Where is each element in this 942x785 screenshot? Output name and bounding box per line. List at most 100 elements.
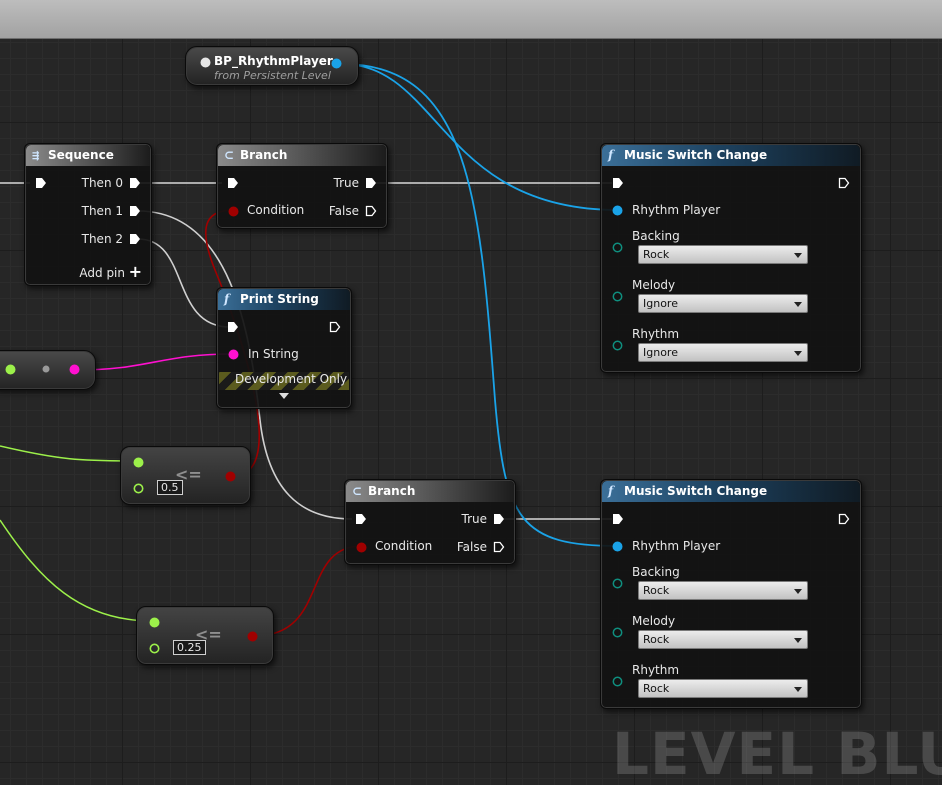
reference-output-pin[interactable] bbox=[331, 58, 342, 69]
sequence-node[interactable]: ⇶ Sequence Then 0 Then 1 Then 2 Add pin + bbox=[24, 143, 152, 286]
sequence-then2-label: Then 2 bbox=[81, 232, 123, 246]
music-bottom-rhythm-pin[interactable] bbox=[612, 676, 623, 687]
music-top-backing-dropdown[interactable]: Rock bbox=[638, 245, 808, 264]
music-bottom-header: f Music Switch Change bbox=[602, 481, 860, 502]
music-top-rhythm-label: Rhythm bbox=[632, 327, 680, 341]
float-wire-2 bbox=[0, 519, 153, 622]
rhythm-player-reference-node[interactable]: BP_RhythmPlayer from Persistent Level bbox=[185, 46, 359, 86]
music-top-melody-dropdown[interactable]: Ignore bbox=[638, 294, 808, 313]
sequence-then0-label: Then 0 bbox=[81, 176, 123, 190]
branch-bottom-condition-pin[interactable] bbox=[356, 542, 367, 553]
music-top-exec-in[interactable] bbox=[612, 177, 624, 189]
sequence-add-pin-label[interactable]: Add pin bbox=[79, 266, 125, 280]
music-bottom-title: Music Switch Change bbox=[624, 484, 768, 498]
music-bottom-backing-value: Rock bbox=[643, 584, 670, 597]
music-bottom-rhythm-label: Rhythm bbox=[632, 663, 680, 677]
music-top-rhythm-dropdown[interactable]: Ignore bbox=[638, 343, 808, 362]
print-string-node[interactable]: f Print String In String Development Only bbox=[216, 287, 352, 409]
music-bottom-backing-label: Backing bbox=[632, 565, 680, 579]
sequence-then1-label: Then 1 bbox=[81, 204, 123, 218]
compare-top-symbol: <= bbox=[175, 465, 202, 484]
compare-top-a-pin[interactable] bbox=[133, 457, 144, 468]
compare-node-bottom[interactable]: 0.25 <= bbox=[136, 606, 274, 665]
print-string-exec-in[interactable] bbox=[227, 321, 239, 333]
dropdown-arrow-icon bbox=[794, 302, 802, 307]
branch-top-true-label: True bbox=[333, 176, 360, 190]
string-source-output-pin[interactable] bbox=[69, 364, 80, 375]
branch-node-bottom[interactable]: ⊂ Branch True Condition False bbox=[344, 479, 516, 565]
print-string-exec-out[interactable] bbox=[329, 321, 341, 333]
music-bottom-backing-pin[interactable] bbox=[612, 578, 623, 589]
function-icon: f bbox=[608, 484, 614, 498]
branch-node-top[interactable]: ⊂ Branch True Condition False bbox=[216, 143, 388, 229]
music-bottom-melody-pin[interactable] bbox=[612, 627, 623, 638]
branch-top-exec-in[interactable] bbox=[227, 177, 239, 189]
music-top-melody-pin[interactable] bbox=[612, 291, 623, 302]
object-wire-2 bbox=[341, 63, 619, 547]
music-top-melody-label: Melody bbox=[632, 278, 676, 292]
music-switch-change-node-top[interactable]: f Music Switch Change Rhythm Player Backi… bbox=[600, 143, 862, 373]
music-switch-change-node-bottom[interactable]: f Music Switch Change Rhythm Player Backi… bbox=[600, 479, 862, 709]
branch-bottom-false-pin[interactable] bbox=[493, 541, 505, 553]
print-string-title: Print String bbox=[240, 292, 319, 306]
branch-bottom-true-pin[interactable] bbox=[493, 513, 505, 525]
blueprint-graph[interactable]: LEVEL BLUEP BP_RhythmPlayer from Persist… bbox=[0, 0, 942, 785]
branch-top-header: ⊂ Branch bbox=[218, 145, 386, 166]
print-string-in-string-pin[interactable] bbox=[228, 349, 239, 360]
branch-bottom-condition-label: Condition bbox=[375, 539, 433, 553]
music-bottom-exec-out[interactable] bbox=[838, 513, 850, 525]
compare-top-output-pin[interactable] bbox=[225, 471, 236, 482]
sequence-title: Sequence bbox=[48, 148, 114, 162]
music-bottom-rhythm-player-pin[interactable] bbox=[612, 541, 623, 552]
sequence-then0-pin[interactable] bbox=[129, 177, 141, 189]
sequence-then2-pin[interactable] bbox=[129, 233, 141, 245]
development-only-label: Development Only bbox=[235, 372, 348, 386]
print-string-in-string-label: In String bbox=[248, 347, 299, 361]
sequence-icon: ⇶ bbox=[32, 148, 40, 162]
branch-bottom-header: ⊂ Branch bbox=[346, 481, 514, 502]
print-string-header: f Print String bbox=[218, 289, 350, 310]
expand-arrow-icon[interactable] bbox=[279, 393, 289, 399]
music-top-exec-out[interactable] bbox=[838, 177, 850, 189]
branch-top-title: Branch bbox=[240, 148, 288, 162]
music-top-rhythm-player-pin[interactable] bbox=[612, 205, 623, 216]
branch-top-false-pin[interactable] bbox=[365, 205, 377, 217]
music-top-backing-label: Backing bbox=[632, 229, 680, 243]
compare-bottom-output-pin[interactable] bbox=[247, 631, 258, 642]
sequence-then1-pin[interactable] bbox=[129, 205, 141, 217]
dropdown-arrow-icon bbox=[794, 253, 802, 258]
compare-node-top[interactable]: 0.5 <= bbox=[120, 446, 251, 505]
string-source-node[interactable] bbox=[0, 350, 96, 390]
compare-bottom-symbol: <= bbox=[195, 625, 222, 644]
music-bottom-melody-label: Melody bbox=[632, 614, 676, 628]
music-bottom-melody-dropdown[interactable]: Rock bbox=[638, 630, 808, 649]
branch-bottom-exec-in[interactable] bbox=[355, 513, 367, 525]
branch-bottom-true-label: True bbox=[461, 512, 488, 526]
compare-bottom-b-pin[interactable] bbox=[149, 643, 160, 654]
music-bottom-rhythm-player-label: Rhythm Player bbox=[632, 539, 721, 553]
music-bottom-rhythm-dropdown[interactable]: Rock bbox=[638, 679, 808, 698]
music-top-backing-pin[interactable] bbox=[612, 242, 623, 253]
music-top-rhythm-pin[interactable] bbox=[612, 340, 623, 351]
string-source-input-pin[interactable] bbox=[5, 364, 16, 375]
compare-bottom-a-pin[interactable] bbox=[149, 617, 160, 628]
compare-top-b-pin[interactable] bbox=[133, 483, 144, 494]
sequence-exec-in[interactable] bbox=[35, 177, 47, 189]
music-top-header: f Music Switch Change bbox=[602, 145, 860, 166]
function-icon: f bbox=[608, 148, 614, 162]
plus-icon[interactable]: + bbox=[129, 262, 142, 281]
branch-top-condition-pin[interactable] bbox=[228, 206, 239, 217]
dropdown-arrow-icon bbox=[794, 638, 802, 643]
music-top-melody-value: Ignore bbox=[643, 297, 678, 310]
reference-subtitle: from Persistent Level bbox=[214, 69, 331, 82]
music-bottom-backing-dropdown[interactable]: Rock bbox=[638, 581, 808, 600]
music-top-title: Music Switch Change bbox=[624, 148, 768, 162]
music-bottom-exec-in[interactable] bbox=[612, 513, 624, 525]
branch-icon: ⊂ bbox=[224, 148, 235, 162]
sequence-header: ⇶ Sequence bbox=[26, 145, 150, 166]
string-source-dot-icon bbox=[42, 365, 50, 373]
function-icon: f bbox=[224, 292, 230, 306]
branch-icon: ⊂ bbox=[352, 484, 363, 498]
branch-top-true-pin[interactable] bbox=[365, 177, 377, 189]
dropdown-arrow-icon bbox=[794, 687, 802, 692]
